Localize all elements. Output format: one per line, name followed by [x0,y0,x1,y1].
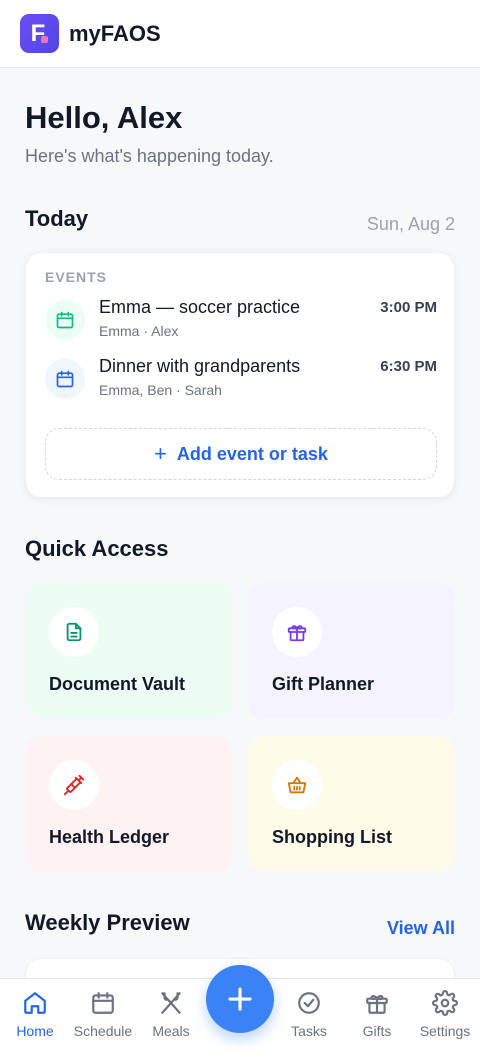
greeting-title: Hello, Alex [25,100,183,135]
nav-label: Tasks [291,1023,327,1039]
tile-label: Document Vault [49,674,186,694]
tile-gift-planner[interactable]: Gift Planner [248,583,455,718]
logo-dot [41,36,48,43]
today-heading: Today [25,206,89,231]
event-time: 3:00 PM [380,299,437,316]
nav-label: Gifts [362,1023,392,1039]
nav-label: Home [16,1023,54,1039]
tile-health-ledger[interactable]: Health Ledger [25,736,232,871]
plus-icon [228,987,252,1011]
nav-meals[interactable]: Meals [136,989,206,1049]
home-icon [21,989,49,1017]
nav-home[interactable]: Home [0,989,70,1049]
events-label: EVENTS [45,269,108,285]
add-fab-button[interactable] [206,965,274,1033]
plus-icon: + [154,441,167,466]
tile-label: Health Ledger [49,827,170,847]
app-header: F myFAOS [0,0,480,68]
syringe-icon [49,760,99,810]
basket-icon [272,760,322,810]
gift-icon [272,607,322,657]
tile-shopping-list[interactable]: Shopping List [248,736,455,871]
event-time: 6:30 PM [380,358,437,375]
event-title: Dinner with grandparents [99,356,301,376]
event-people: Emma · Alex [99,323,179,339]
utensils-icon [157,989,185,1017]
calendar-icon [45,359,85,399]
nav-schedule[interactable]: Schedule [68,989,138,1049]
greeting-subtitle: Here's what's happening today. [25,146,274,166]
calendar-icon [45,300,85,340]
quick-access-heading: Quick Access [25,536,169,561]
document-icon [49,607,99,657]
event-item[interactable]: Dinner with grandparents Emma, Ben · Sar… [45,356,437,402]
app-logo[interactable]: F [20,14,59,53]
add-event-label: Add event or task [176,443,328,464]
today-date: Sun, Aug 2 [366,214,455,234]
app-name: myFAOS [69,20,161,46]
gift-icon [363,989,391,1017]
nav-label: Settings [419,1023,471,1039]
nav-label: Schedule [73,1023,133,1039]
nav-label: Meals [152,1023,190,1039]
nav-settings[interactable]: Settings [410,989,480,1049]
event-title: Emma — soccer practice [99,297,301,317]
add-event-button[interactable]: + Add event or task [45,428,437,480]
tile-label: Gift Planner [272,674,375,694]
event-people: Emma, Ben · Sarah [99,382,222,398]
today-card: EVENTS Emma — soccer practice Emma · Ale… [25,252,455,498]
gear-icon [431,989,459,1017]
calendar-icon [89,989,117,1017]
tile-label: Shopping List [272,827,392,847]
tile-document-vault[interactable]: Document Vault [25,583,232,718]
check-circle-icon [295,989,323,1017]
weekly-preview-heading: Weekly Preview [25,910,190,935]
event-item[interactable]: Emma — soccer practice Emma · Alex 3:00 … [45,297,437,343]
view-all-link[interactable]: View All [387,918,455,939]
nav-gifts[interactable]: Gifts [342,989,412,1049]
nav-tasks[interactable]: Tasks [274,989,344,1049]
